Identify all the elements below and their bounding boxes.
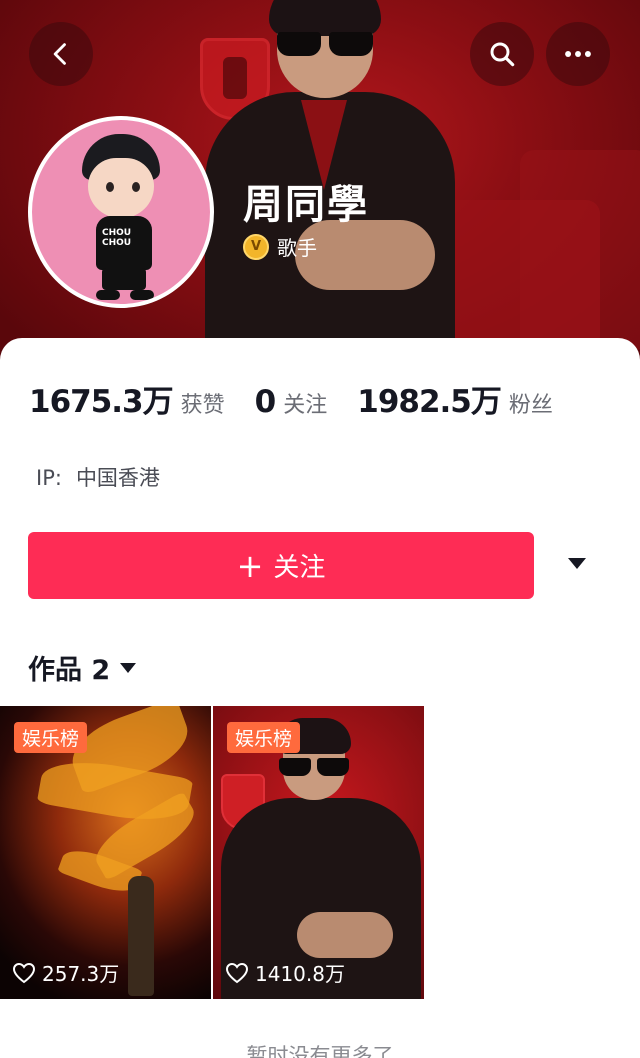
heart-icon <box>225 962 249 983</box>
avatar-shirt-text: CHOU CHOU <box>102 228 132 248</box>
search-button[interactable] <box>470 22 534 86</box>
back-button[interactable] <box>29 22 93 86</box>
profile-name: 周同學 <box>243 182 369 228</box>
profile-card: 1675.3万 获赞 0 关注 1982.5万 粉丝 IP: 中国香港 + 关注 … <box>0 338 640 1058</box>
video-tag: 娱乐榜 <box>227 722 301 753</box>
follow-label: 关注 <box>273 553 326 583</box>
works-tab[interactable]: 作品 2 <box>28 648 137 687</box>
banner-seat <box>520 150 640 350</box>
video-likes: 257.3万 <box>12 958 119 987</box>
works-label: 作品 2 <box>28 655 111 686</box>
likes-label: 获赞 <box>180 393 225 418</box>
caret-down-icon[interactable] <box>568 558 586 569</box>
following-count[interactable]: 0 <box>255 384 277 420</box>
more-button[interactable] <box>546 22 610 86</box>
ip-label: IP: <box>36 466 62 490</box>
search-icon <box>490 42 515 67</box>
works-grid: 娱乐榜 257.3万 娱乐榜 1410.8万 <box>0 706 424 999</box>
video-likes-count: 257.3万 <box>42 962 120 986</box>
video-likes-count: 1410.8万 <box>255 962 345 986</box>
video-tag: 娱乐榜 <box>14 722 88 753</box>
profile-banner: CHOU CHOU 周同學 V 歌手 <box>0 0 640 360</box>
verification: V 歌手 <box>243 232 317 261</box>
avatar[interactable]: CHOU CHOU <box>28 116 214 308</box>
caret-down-icon <box>120 662 137 673</box>
followers-count[interactable]: 1982.5万 <box>357 376 502 421</box>
ip-location: IP: 中国香港 <box>36 462 160 492</box>
stats-row: 1675.3万 获赞 0 关注 1982.5万 粉丝 <box>29 376 553 421</box>
video-tile[interactable]: 娱乐榜 257.3万 <box>0 706 211 999</box>
more-horizontal-icon <box>565 51 591 57</box>
followers-label[interactable]: 粉丝 <box>509 387 553 419</box>
chevron-left-icon <box>53 43 66 65</box>
verified-badge-icon: V <box>243 233 269 260</box>
video-likes: 1410.8万 <box>225 958 345 987</box>
ip-value: 中国香港 <box>75 466 160 490</box>
plus-icon: + <box>236 546 264 585</box>
following-label[interactable]: 关注 <box>283 387 327 419</box>
follow-button[interactable]: + 关注 <box>28 532 534 599</box>
likes-count: 1675.3万 <box>29 384 174 420</box>
verify-label: 歌手 <box>277 236 317 260</box>
heart-icon <box>12 962 36 983</box>
no-more-text: 暂时没有更多了 <box>246 1044 394 1058</box>
video-tile[interactable]: 娱乐榜 1410.8万 <box>213 706 424 999</box>
